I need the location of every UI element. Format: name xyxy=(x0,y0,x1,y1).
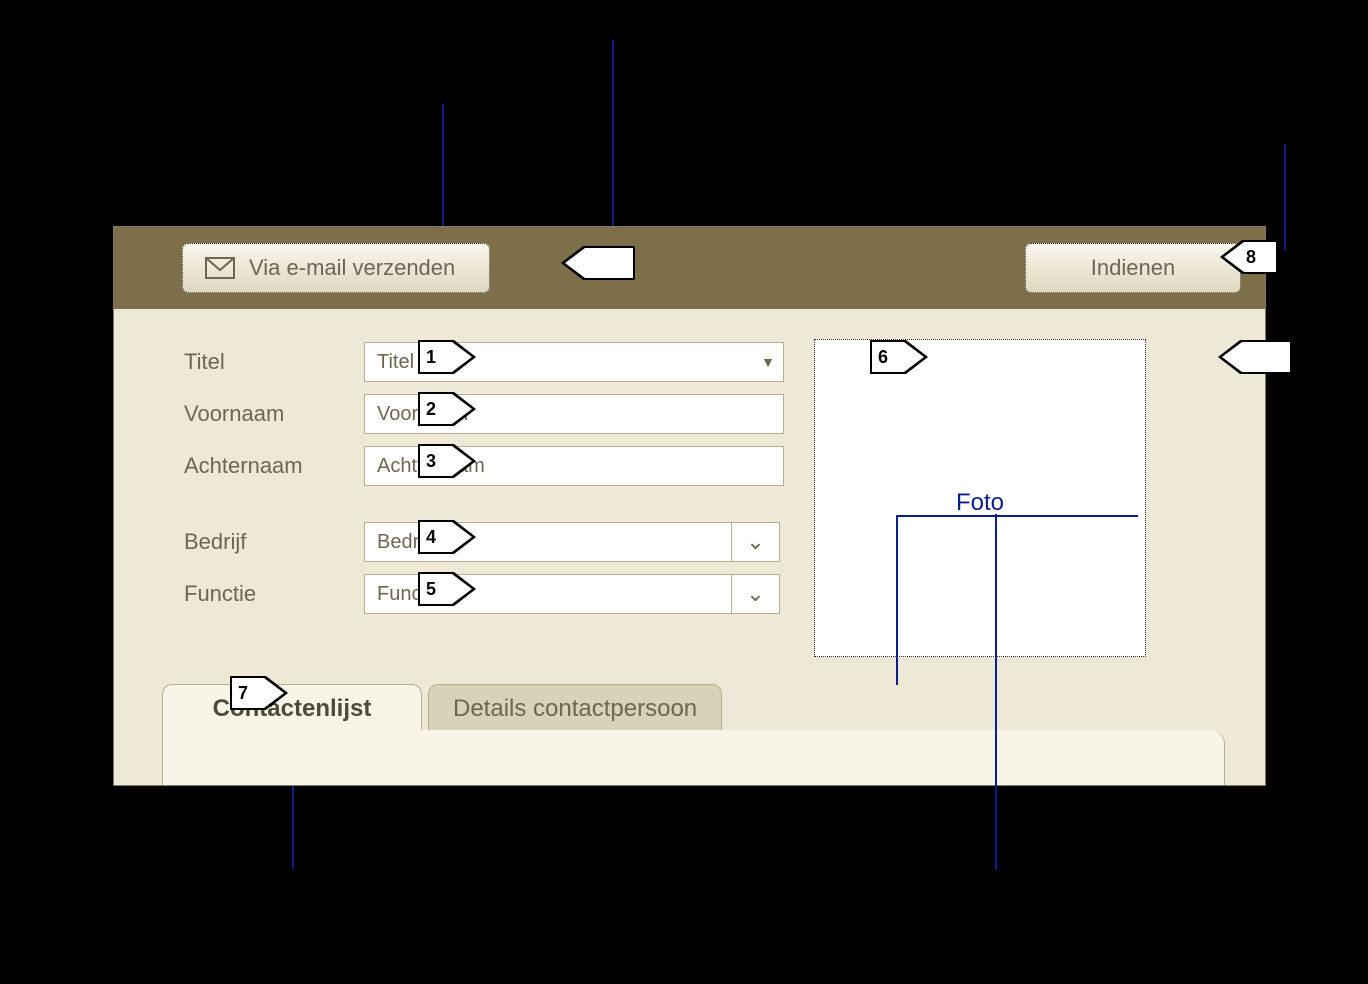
row-firstname: Voornaam Voornaam xyxy=(184,393,784,435)
title-placeholder: Titel xyxy=(377,351,414,374)
annotation-line xyxy=(896,515,1138,517)
row-lastname: Achternaam Achternaam xyxy=(184,445,784,487)
callout-1: 1 xyxy=(418,340,476,374)
company-combobox-button[interactable]: ⌄ xyxy=(732,522,780,562)
annotation-line xyxy=(612,40,614,245)
row-jobtitle: Functie Functie ⌄ xyxy=(184,573,780,615)
jobtitle-combobox-button[interactable]: ⌄ xyxy=(732,574,780,614)
callout-4: 4 xyxy=(418,520,476,554)
callout-8-text: 8 xyxy=(1246,247,1256,268)
tab-contact-details[interactable]: Details contactpersoon xyxy=(428,684,722,732)
send-email-button[interactable]: Via e-mail verzenden xyxy=(182,243,490,293)
submit-button[interactable]: Indienen xyxy=(1025,243,1241,293)
callout-6-text: 6 xyxy=(878,347,888,368)
send-email-label: Via e-mail verzenden xyxy=(249,255,455,281)
callout-7: 7 xyxy=(230,676,288,710)
chevron-down-icon: ⌄ xyxy=(746,581,764,607)
mail-icon xyxy=(205,257,235,279)
callout-5: 5 xyxy=(418,572,476,606)
callout-1-text: 1 xyxy=(426,347,436,368)
callout-8: 8 xyxy=(1220,240,1278,274)
annotation-line xyxy=(995,514,997,660)
label-lastname: Achternaam xyxy=(184,453,364,479)
callout-6: 6 xyxy=(870,340,928,374)
submit-label: Indienen xyxy=(1091,255,1175,281)
callout-arrow xyxy=(1218,340,1292,374)
callout-arrow xyxy=(561,246,635,280)
panel-header: Via e-mail verzenden Indienen xyxy=(114,227,1265,309)
label-company: Bedrijf xyxy=(184,529,364,555)
callout-5-text: 5 xyxy=(426,579,436,600)
callout-7-text: 7 xyxy=(238,683,248,704)
label-firstname: Voornaam xyxy=(184,401,364,427)
annotation-line xyxy=(1284,144,1286,250)
callout-2-text: 2 xyxy=(426,399,436,420)
row-title: Titel Titel ▼ xyxy=(184,341,784,383)
callout-4-text: 4 xyxy=(426,527,436,548)
annotation-line xyxy=(896,515,898,685)
row-company: Bedrijf Bedrijf ⌄ xyxy=(184,521,780,563)
stage: Via e-mail verzenden Indienen Titel Tite… xyxy=(0,0,1368,984)
callout-2: 2 xyxy=(418,392,476,426)
annotation-line xyxy=(995,660,997,870)
chevron-down-icon: ⌄ xyxy=(746,529,764,555)
callout-3: 3 xyxy=(418,444,476,478)
chevron-down-icon: ▼ xyxy=(761,354,775,370)
tab-contact-list[interactable]: Contactenlijst xyxy=(162,684,422,732)
tab-panel xyxy=(162,730,1225,786)
label-title: Titel xyxy=(184,349,364,375)
label-jobtitle: Functie xyxy=(184,581,364,607)
callout-3-text: 3 xyxy=(426,451,436,472)
photo-label: Foto xyxy=(814,489,1146,517)
tab-contact-details-label: Details contactpersoon xyxy=(453,695,697,723)
